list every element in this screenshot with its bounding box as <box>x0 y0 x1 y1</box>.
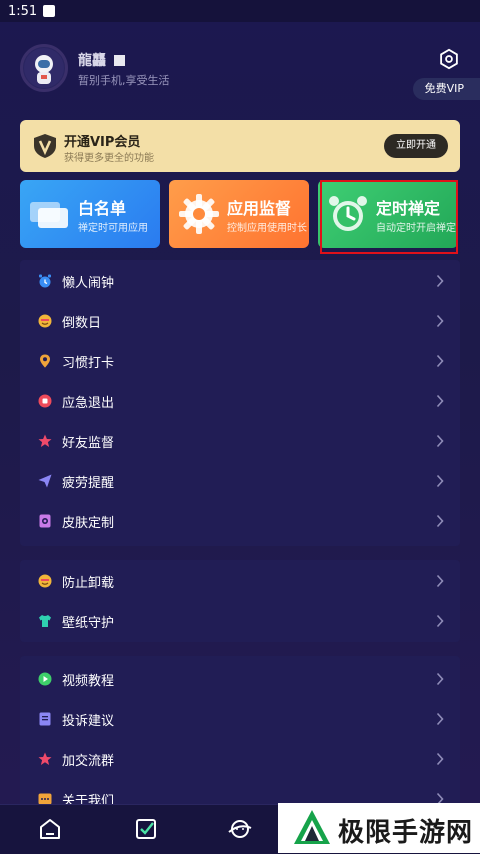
menu-item-label: 倒数日 <box>62 315 102 331</box>
menu-item-label: 防止卸载 <box>62 575 115 591</box>
free-vip-button[interactable]: 免费VIP <box>412 78 480 100</box>
app-supervision-title: 应用监督 <box>227 199 292 218</box>
task-check-icon[interactable] <box>134 817 158 841</box>
chevron-right-icon <box>436 514 444 528</box>
username-text: 龍龘 <box>78 53 106 69</box>
profile-header: 龍龘 暂别手机,享受生活 免费VIP <box>20 44 480 104</box>
chevron-right-icon <box>436 712 444 726</box>
smiley-icon <box>38 314 52 328</box>
chevron-right-icon <box>436 474 444 488</box>
menu-item-label: 皮肤定制 <box>62 515 115 531</box>
chevron-right-icon <box>436 274 444 288</box>
menu-item-emergency-exit[interactable]: 应急退出 <box>20 381 460 421</box>
document-icon <box>38 712 52 726</box>
menu-item-join-group[interactable]: 加交流群 <box>20 739 460 779</box>
watermark-logo-icon <box>294 810 330 844</box>
menu-item-label: 应急退出 <box>62 395 115 411</box>
vip-shield-icon <box>34 134 56 158</box>
menu-item-prevent-uninstall[interactable]: 防止卸载 <box>20 561 460 601</box>
selection-highlight <box>320 180 458 254</box>
settings-gear-icon[interactable] <box>438 48 460 70</box>
menu-item-habit-checkin[interactable]: 习惯打卡 <box>20 341 460 381</box>
chevron-right-icon <box>436 672 444 686</box>
menu-item-label: 加交流群 <box>62 753 115 769</box>
app-supervision-card[interactable]: 应用监督 控制应用使用时长 <box>169 180 309 248</box>
vip-banner[interactable]: 开通VIP会员 获得更多更全的功能 立即开通 <box>20 120 460 172</box>
menu-item-label: 好友监督 <box>62 435 115 451</box>
badge-icon <box>114 54 125 66</box>
whitelist-cards-icon <box>30 202 68 228</box>
alarm-clock-icon <box>38 274 52 288</box>
menu-item-label: 投诉建议 <box>62 713 115 729</box>
menu-item-countdown[interactable]: 倒数日 <box>20 301 460 341</box>
vip-subtitle: 获得更多更全的功能 <box>64 153 154 164</box>
menu-item-skin-customize[interactable]: 皮肤定制 <box>20 501 460 541</box>
menu-item-label: 视频教程 <box>62 673 115 689</box>
menu-item-label: 懒人闹钟 <box>62 275 115 291</box>
notification-icon <box>43 5 56 17</box>
vip-title: 开通VIP会员 <box>64 135 141 150</box>
stop-icon <box>38 394 52 408</box>
watermark: 极限手游网 <box>278 803 480 853</box>
menu-item-lazy-alarm[interactable]: 懒人闹钟 <box>20 261 460 301</box>
chevron-right-icon <box>436 434 444 448</box>
skin-icon <box>38 514 52 528</box>
tagline: 暂别手机,享受生活 <box>78 74 170 87</box>
smiley-icon <box>38 574 52 588</box>
menu-item-fatigue-reminder[interactable]: 疲劳提醒 <box>20 461 460 501</box>
menu-item-friend-supervision[interactable]: 好友监督 <box>20 421 460 461</box>
chevron-right-icon <box>436 574 444 588</box>
whitelist-card[interactable]: 白名单 禅定时可用应用 <box>20 180 160 248</box>
location-pin-icon <box>38 354 52 368</box>
shirt-icon <box>38 614 52 628</box>
home-icon[interactable] <box>38 817 62 841</box>
chevron-right-icon <box>436 354 444 368</box>
astronaut-icon <box>24 48 64 88</box>
whitelist-subtitle: 禅定时可用应用 <box>78 223 148 234</box>
menu-group-protection: 防止卸载 壁纸守护 <box>20 560 460 642</box>
planet-icon[interactable] <box>228 817 252 841</box>
menu-item-label: 疲劳提醒 <box>62 475 115 491</box>
menu-item-label: 壁纸守护 <box>62 615 115 631</box>
menu-item-wallpaper-guard[interactable]: 壁纸守护 <box>20 601 460 641</box>
play-icon <box>38 672 52 686</box>
menu-item-video-tutorial[interactable]: 视频教程 <box>20 659 460 699</box>
menu-group-help: 视频教程 投诉建议 加交流群 关于我们 <box>20 656 460 816</box>
star-icon <box>38 752 52 766</box>
chevron-right-icon <box>436 394 444 408</box>
status-time: 1:51 <box>8 3 38 19</box>
chevron-right-icon <box>436 614 444 628</box>
gear-icon <box>179 194 219 234</box>
paper-plane-icon <box>38 474 52 488</box>
whitelist-title: 白名单 <box>78 199 127 218</box>
open-vip-button[interactable]: 立即开通 <box>384 134 448 158</box>
username: 龍龘 <box>78 50 125 70</box>
menu-item-feedback[interactable]: 投诉建议 <box>20 699 460 739</box>
chevron-right-icon <box>436 752 444 766</box>
menu-item-label: 习惯打卡 <box>62 355 115 371</box>
menu-group-features: 懒人闹钟 倒数日 习惯打卡 应急退出 好友监督 疲劳提醒 皮肤定制 <box>20 260 460 546</box>
watermark-text: 极限手游网 <box>338 818 474 848</box>
avatar[interactable] <box>20 44 68 92</box>
star-icon <box>38 434 52 448</box>
app-supervision-subtitle: 控制应用使用时长 <box>227 223 307 234</box>
chevron-right-icon <box>436 314 444 328</box>
status-bar: 1:51 <box>0 0 480 22</box>
